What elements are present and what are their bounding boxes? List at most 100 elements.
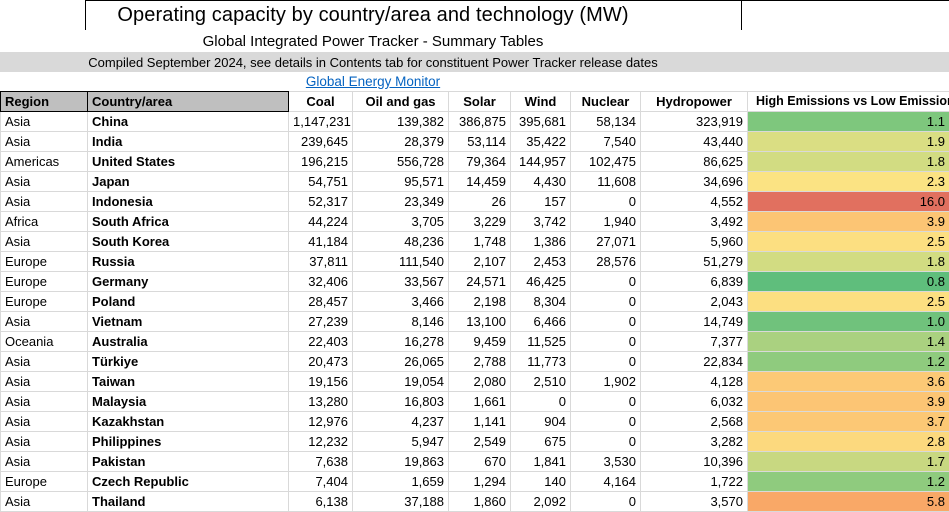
country-cell[interactable]: Thailand: [87, 491, 289, 512]
wind-cell[interactable]: 2,092: [510, 491, 571, 512]
solar-cell[interactable]: 3,229: [448, 211, 511, 232]
wind-cell[interactable]: 2,510: [510, 371, 571, 392]
solar-cell[interactable]: 1,141: [448, 411, 511, 432]
coal-cell[interactable]: 1,147,231: [288, 111, 353, 132]
nuclear-cell[interactable]: 102,475: [570, 151, 641, 172]
solar-cell[interactable]: 26: [448, 191, 511, 212]
solar-cell[interactable]: 1,748: [448, 231, 511, 252]
nuclear-cell[interactable]: 1,902: [570, 371, 641, 392]
country-cell[interactable]: Japan: [87, 171, 289, 192]
col-header-coal[interactable]: Coal: [288, 91, 353, 112]
region-cell[interactable]: Europe: [0, 271, 88, 292]
coal-cell[interactable]: 7,404: [288, 471, 353, 492]
coal-cell[interactable]: 6,138: [288, 491, 353, 512]
nuclear-cell[interactable]: 58,134: [570, 111, 641, 132]
solar-cell[interactable]: 24,571: [448, 271, 511, 292]
hydro-cell[interactable]: 4,552: [640, 191, 748, 212]
nuclear-cell[interactable]: 11,608: [570, 171, 641, 192]
hydro-cell[interactable]: 22,834: [640, 351, 748, 372]
ratio-cell[interactable]: 5.8: [747, 491, 949, 512]
col-header-wind[interactable]: Wind: [510, 91, 571, 112]
ratio-cell[interactable]: 1.8: [747, 251, 949, 272]
region-cell[interactable]: Asia: [0, 371, 88, 392]
coal-cell[interactable]: 19,156: [288, 371, 353, 392]
region-cell[interactable]: Asia: [0, 411, 88, 432]
oil-gas-cell[interactable]: 3,466: [352, 291, 449, 312]
nuclear-cell[interactable]: 28,576: [570, 251, 641, 272]
coal-cell[interactable]: 37,811: [288, 251, 353, 272]
coal-cell[interactable]: 44,224: [288, 211, 353, 232]
ratio-cell[interactable]: 1.2: [747, 351, 949, 372]
nuclear-cell[interactable]: 4,164: [570, 471, 641, 492]
coal-cell[interactable]: 7,638: [288, 451, 353, 472]
col-header-emissions-ratio[interactable]: High Emissions vs Low Emissions: [747, 91, 949, 112]
solar-cell[interactable]: 14,459: [448, 171, 511, 192]
ratio-cell[interactable]: 1.2: [747, 471, 949, 492]
region-cell[interactable]: Americas: [0, 151, 88, 172]
wind-cell[interactable]: 3,742: [510, 211, 571, 232]
oil-gas-cell[interactable]: 16,278: [352, 331, 449, 352]
coal-cell[interactable]: 12,232: [288, 431, 353, 452]
oil-gas-cell[interactable]: 26,065: [352, 351, 449, 372]
country-cell[interactable]: India: [87, 131, 289, 152]
ratio-cell[interactable]: 3.9: [747, 391, 949, 412]
oil-gas-cell[interactable]: 139,382: [352, 111, 449, 132]
nuclear-cell[interactable]: 0: [570, 191, 641, 212]
hydro-cell[interactable]: 14,749: [640, 311, 748, 332]
country-cell[interactable]: Indonesia: [87, 191, 289, 212]
solar-cell[interactable]: 2,198: [448, 291, 511, 312]
solar-cell[interactable]: 670: [448, 451, 511, 472]
oil-gas-cell[interactable]: 95,571: [352, 171, 449, 192]
wind-cell[interactable]: 35,422: [510, 131, 571, 152]
solar-cell[interactable]: 13,100: [448, 311, 511, 332]
coal-cell[interactable]: 20,473: [288, 351, 353, 372]
country-cell[interactable]: Germany: [87, 271, 289, 292]
region-cell[interactable]: Asia: [0, 311, 88, 332]
hydro-cell[interactable]: 3,282: [640, 431, 748, 452]
hydro-cell[interactable]: 5,960: [640, 231, 748, 252]
country-cell[interactable]: Czech Republic: [87, 471, 289, 492]
wind-cell[interactable]: 2,453: [510, 251, 571, 272]
region-cell[interactable]: Asia: [0, 391, 88, 412]
wind-cell[interactable]: 4,430: [510, 171, 571, 192]
oil-gas-cell[interactable]: 19,863: [352, 451, 449, 472]
nuclear-cell[interactable]: 0: [570, 331, 641, 352]
region-cell[interactable]: Asia: [0, 231, 88, 252]
country-cell[interactable]: Malaysia: [87, 391, 289, 412]
wind-cell[interactable]: 144,957: [510, 151, 571, 172]
solar-cell[interactable]: 53,114: [448, 131, 511, 152]
region-cell[interactable]: Asia: [0, 451, 88, 472]
coal-cell[interactable]: 41,184: [288, 231, 353, 252]
region-cell[interactable]: Asia: [0, 191, 88, 212]
solar-cell[interactable]: 1,860: [448, 491, 511, 512]
nuclear-cell[interactable]: 0: [570, 311, 641, 332]
hydro-cell[interactable]: 4,128: [640, 371, 748, 392]
country-cell[interactable]: Türkiye: [87, 351, 289, 372]
hydro-cell[interactable]: 7,377: [640, 331, 748, 352]
hydro-cell[interactable]: 3,570: [640, 491, 748, 512]
oil-gas-cell[interactable]: 4,237: [352, 411, 449, 432]
wind-cell[interactable]: 675: [510, 431, 571, 452]
wind-cell[interactable]: 1,841: [510, 451, 571, 472]
region-cell[interactable]: Europe: [0, 291, 88, 312]
coal-cell[interactable]: 196,215: [288, 151, 353, 172]
region-cell[interactable]: Asia: [0, 171, 88, 192]
country-cell[interactable]: South Africa: [87, 211, 289, 232]
col-header-country[interactable]: Country/area: [87, 91, 289, 112]
ratio-cell[interactable]: 3.9: [747, 211, 949, 232]
ratio-cell[interactable]: 2.5: [747, 231, 949, 252]
solar-cell[interactable]: 2,549: [448, 431, 511, 452]
country-cell[interactable]: Philippines: [87, 431, 289, 452]
country-cell[interactable]: Pakistan: [87, 451, 289, 472]
hydro-cell[interactable]: 323,919: [640, 111, 748, 132]
nuclear-cell[interactable]: 3,530: [570, 451, 641, 472]
nuclear-cell[interactable]: 0: [570, 411, 641, 432]
oil-gas-cell[interactable]: 48,236: [352, 231, 449, 252]
wind-cell[interactable]: 140: [510, 471, 571, 492]
region-cell[interactable]: Europe: [0, 251, 88, 272]
wind-cell[interactable]: 6,466: [510, 311, 571, 332]
wind-cell[interactable]: 395,681: [510, 111, 571, 132]
oil-gas-cell[interactable]: 23,349: [352, 191, 449, 212]
coal-cell[interactable]: 54,751: [288, 171, 353, 192]
ratio-cell[interactable]: 1.9: [747, 131, 949, 152]
